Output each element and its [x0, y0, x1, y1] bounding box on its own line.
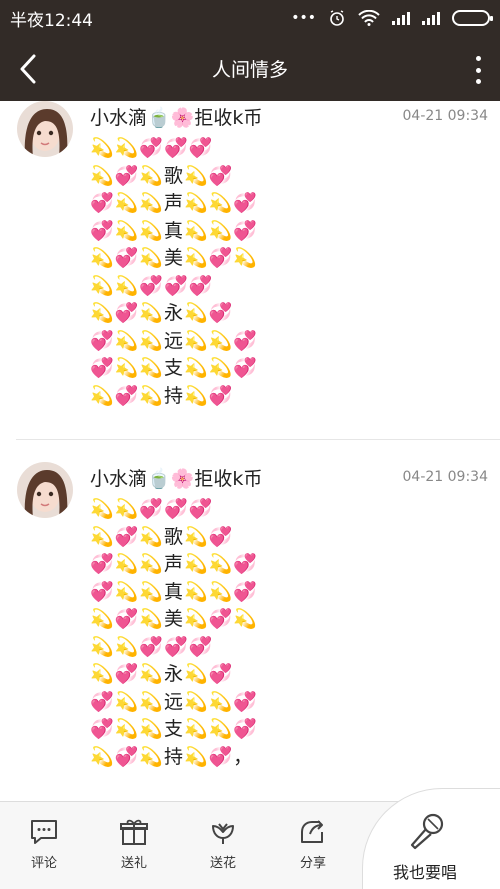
sing-label: 我也要唱	[393, 863, 458, 882]
battery-icon	[452, 10, 493, 26]
share-icon	[301, 820, 323, 843]
comment-icon	[31, 820, 57, 844]
username[interactable]: 小水滴🍵🌸拒收k币	[90, 103, 403, 130]
share-label: 分享	[299, 856, 326, 871]
gift-button[interactable]: 送礼	[104, 818, 164, 871]
flower-button[interactable]: 送花	[193, 818, 253, 871]
top-bar: 半夜12:44 ••• 人间情多	[0, 0, 500, 101]
comment-header: 小水滴🍵🌸拒收k币 04-21 09:34	[90, 462, 488, 492]
alarm-icon	[330, 10, 344, 26]
sing-button[interactable]: 我也要唱	[362, 788, 500, 889]
flower-label: 送花	[209, 856, 236, 871]
title-bar: 人间情多	[0, 36, 500, 101]
status-bar: 半夜12:44 •••	[0, 0, 500, 36]
username[interactable]: 小水滴🍵🌸拒收k币	[90, 464, 403, 491]
comment-button[interactable]: 评论	[14, 818, 74, 871]
back-button[interactable]	[0, 36, 56, 101]
comment-date: 04-21 09:34	[402, 108, 488, 124]
bottom-action-bar: 评论 送礼 送花 分享 我也要唱	[0, 788, 500, 889]
microphone-icon	[410, 813, 444, 850]
comment-header: 小水滴🍵🌸拒收k币 04-21 09:34	[90, 101, 488, 131]
chevron-left-icon	[20, 54, 36, 83]
comment-text: 💫💫💞💞💞 💫💞💫歌💫💞 💞💫💫声💫💫💞 💞💫💫真💫💫💞 💫💞💫美💫💞💫 💫💫💞…	[90, 137, 258, 407]
avatar[interactable]	[17, 101, 73, 157]
avatar[interactable]	[17, 462, 73, 518]
notification-dots-icon: •••	[291, 10, 316, 26]
gift-label: 送礼	[120, 856, 147, 871]
comment-label: 评论	[30, 856, 57, 871]
sing-inner: 我也要唱	[393, 811, 457, 883]
comment-text: 💫💫💞💞💞 💫💞💫歌💫💞 💞💫💫声💫💫💞 💞💫💫真💫💫💞 💫💞💫美💫💞💫 💫💫💞…	[90, 498, 258, 768]
wifi-icon	[358, 10, 380, 26]
comment-item: 小水滴🍵🌸拒收k币 04-21 09:34 💫💫💞💞💞 💫💞💫歌💫💞 💞💫💫声💫…	[16, 439, 500, 797]
signal-icon	[392, 11, 410, 25]
comment-item: 小水滴🍵🌸拒收k币 04-21 09:34 💫💫💞💞💞 💫💞💫歌💫💞 💞💫💫声💫…	[0, 101, 500, 439]
more-options-button[interactable]	[470, 56, 486, 84]
page-title: 人间情多	[211, 59, 288, 81]
share-button[interactable]: 分享	[283, 818, 343, 871]
flower-icon	[212, 823, 234, 844]
comment-date: 04-21 09:34	[402, 469, 488, 485]
gift-icon	[120, 819, 148, 845]
status-time: 半夜12:44	[10, 10, 93, 31]
status-icons: •••	[291, 9, 493, 27]
signal-2-icon	[422, 11, 440, 25]
comment-list: 小水滴🍵🌸拒收k币 04-21 09:34 💫💫💞💞💞 💫💞💫歌💫💞 💞💫💫声💫…	[0, 101, 500, 801]
